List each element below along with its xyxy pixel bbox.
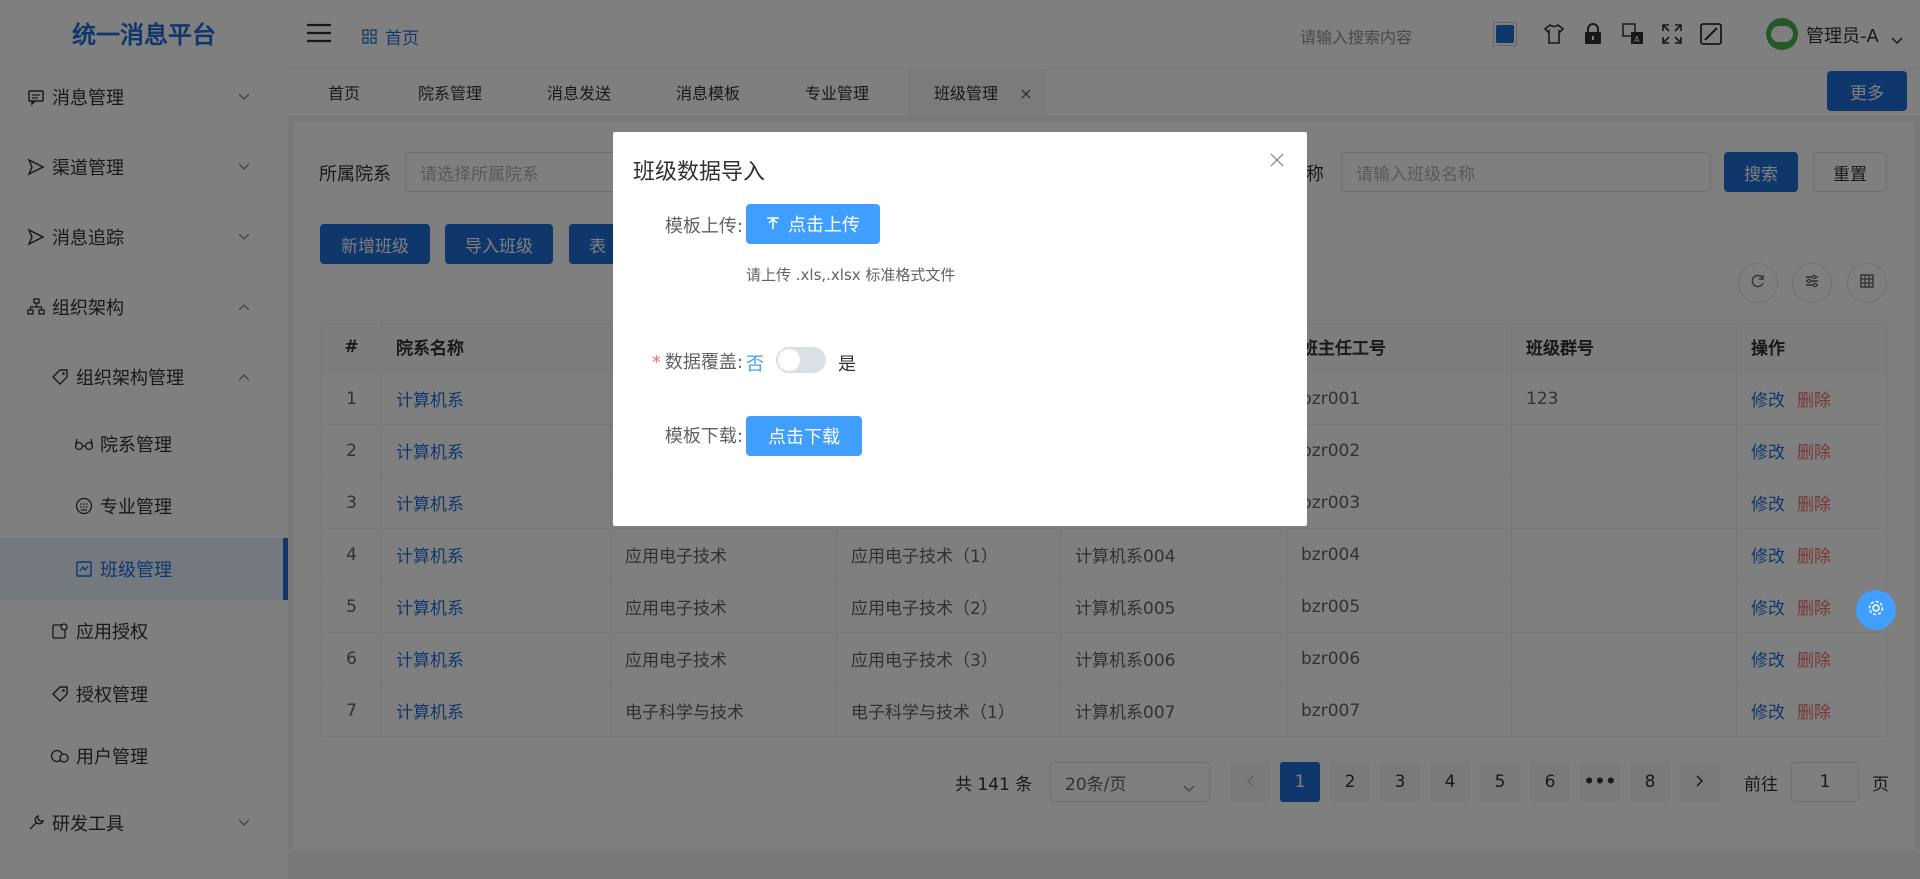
overwrite-switch[interactable]: [776, 347, 826, 373]
dialog-title: 班级数据导入: [633, 160, 766, 185]
upload-label: 模板上传:: [664, 216, 743, 237]
settings-float-button[interactable]: [1856, 590, 1896, 630]
download-label: 模板下载:: [664, 426, 743, 447]
download-button[interactable]: 点击下载: [746, 416, 862, 456]
gear-icon: [1867, 599, 1885, 622]
switch-on-label[interactable]: 是: [838, 350, 856, 376]
import-dialog: 班级数据导入 模板上传: 点击上传 请上传 .xls,.xlsx 标准格式文件 …: [613, 132, 1307, 526]
switch-off-label[interactable]: 否: [746, 350, 764, 376]
upload-tip: 请上传 .xls,.xlsx 标准格式文件: [746, 266, 956, 284]
switch-knob: [778, 349, 800, 371]
close-icon[interactable]: [1269, 152, 1285, 173]
overwrite-label-text: 数据覆盖:: [664, 352, 743, 373]
upload-button[interactable]: 点击上传: [746, 204, 880, 244]
required-asterisk: *: [651, 352, 661, 373]
overwrite-label: * 数据覆盖:: [633, 348, 743, 374]
upload-icon: [766, 217, 780, 231]
upload-button-label: 点击上传: [788, 215, 860, 236]
